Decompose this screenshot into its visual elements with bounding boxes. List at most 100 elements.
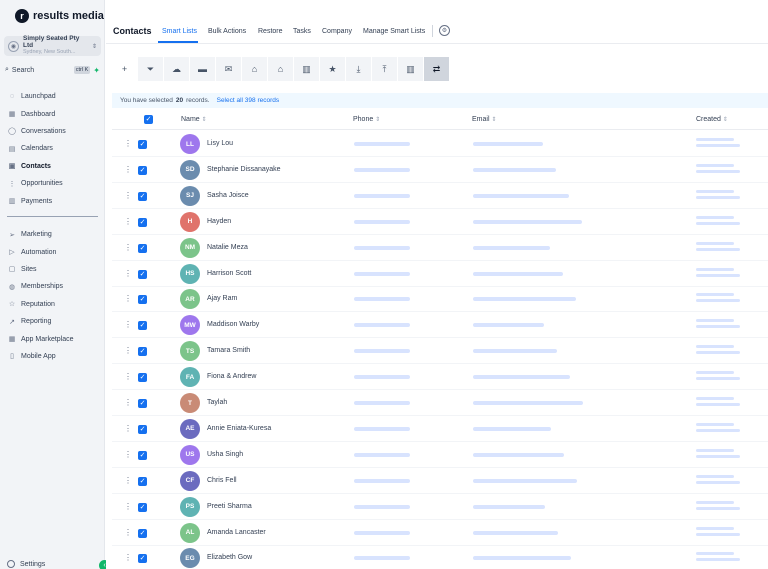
row-checkbox[interactable]: ✓ (138, 373, 147, 383)
column-phone[interactable]: Phone ⇕ (353, 116, 380, 123)
sidebar-item-conversations[interactable]: ◯ Conversations (6, 123, 100, 140)
row-checkbox[interactable]: ✓ (138, 399, 147, 408)
tab-restore[interactable]: Restore (258, 28, 283, 35)
gear-icon[interactable]: ⚙ (439, 25, 450, 36)
table-row[interactable]: ⋮ ✓ SJ Sasha Joisce (112, 183, 768, 209)
delete-button[interactable]: ▥ (294, 57, 320, 81)
account-switcher[interactable]: ◉ Simply Seated Pty Ltd Sydney, New Sout… (4, 35, 101, 56)
sidebar-item-contacts[interactable]: ▣ Contacts (6, 158, 100, 175)
sidebar-item-launchpad[interactable]: ◌ Launchpad (6, 88, 100, 105)
table-row[interactable]: ⋮ ✓ CF Chris Fell (112, 468, 768, 494)
tab-tasks[interactable]: Tasks (293, 28, 311, 35)
tag-remove-button[interactable]: ⌂ (268, 57, 294, 81)
sidebar-item-dashboard[interactable]: ▦ Dashboard (6, 105, 100, 122)
tab-company[interactable]: Company (322, 28, 352, 35)
row-menu-icon[interactable]: ⋮ (124, 217, 132, 226)
contact-name[interactable]: Chris Fell (207, 477, 237, 484)
contact-name[interactable]: Maddison Warby (207, 321, 259, 328)
row-checkbox[interactable]: ✓ (138, 528, 147, 538)
contact-name[interactable]: Ajay Ram (207, 295, 237, 302)
sidebar-search[interactable]: ⌕ Search ctrl K ✦ (5, 64, 100, 76)
table-row[interactable]: ⋮ ✓ MW Maddison Warby (112, 312, 768, 339)
tag-add-button[interactable]: ⌂ (242, 57, 268, 81)
sidebar-item-calendars[interactable]: ▤ Calendars (6, 140, 100, 157)
row-menu-icon[interactable]: ⋮ (124, 424, 132, 433)
brand-logo[interactable]: r results media (15, 9, 104, 23)
row-menu-icon[interactable]: ⋮ (124, 165, 132, 174)
contact-name[interactable]: Tamara Smith (207, 347, 250, 354)
email-button[interactable]: ✉ (216, 57, 242, 81)
contact-name[interactable]: Fiona & Andrew (207, 373, 256, 380)
row-menu-icon[interactable]: ⋮ (124, 269, 132, 278)
export-button[interactable]: ⤒ (372, 57, 398, 81)
tab-bulk-actions[interactable]: Bulk Actions (208, 28, 246, 35)
more-button[interactable]: ⇄ (424, 57, 450, 81)
sidebar-item-payments[interactable]: ▥ Payments (6, 192, 100, 209)
import-button[interactable]: ⤓ (346, 57, 372, 81)
cloud-button[interactable]: ☁ (164, 57, 190, 81)
sidebar-item-memberships[interactable]: ◍ Memberships (6, 278, 100, 295)
table-row[interactable]: ⋮ ✓ H Hayden (112, 209, 768, 235)
sidebar-item-sites[interactable]: ▢ Sites (6, 261, 100, 278)
add-button[interactable]: + (112, 57, 138, 81)
contact-name[interactable]: Annie Eniata-Kuresa (207, 425, 271, 432)
sidebar-item-automation[interactable]: ▷ Automation (6, 243, 100, 260)
row-checkbox[interactable]: ✓ (138, 217, 147, 227)
table-row[interactable]: ⋮ ✓ EG Elizabeth Gow (112, 545, 768, 569)
row-checkbox[interactable]: ✓ (138, 140, 147, 149)
row-checkbox[interactable]: ✓ (138, 554, 147, 564)
row-checkbox[interactable]: ✓ (138, 502, 147, 512)
table-row[interactable]: ⋮ ✓ LL Lisy Lou (112, 131, 768, 157)
row-menu-icon[interactable]: ⋮ (124, 372, 132, 381)
select-all-link[interactable]: Select all 398 records (217, 97, 280, 104)
row-menu-icon[interactable]: ⋮ (124, 243, 132, 252)
row-menu-icon[interactable]: ⋮ (124, 398, 132, 407)
table-row[interactable]: ⋮ ✓ US Usha Singh (112, 442, 768, 468)
contact-name[interactable]: Sasha Joisce (207, 192, 249, 199)
contact-name[interactable]: Natalie Meza (207, 244, 248, 251)
sidebar-item-reputation[interactable]: ☆ Reputation (6, 296, 100, 313)
message-button[interactable]: ▬ (190, 57, 216, 81)
contact-name[interactable]: Harrison Scott (207, 270, 251, 277)
row-checkbox[interactable]: ✓ (138, 295, 147, 305)
filter-button[interactable]: ⏷ (138, 57, 164, 81)
row-menu-icon[interactable]: ⋮ (124, 191, 132, 200)
table-row[interactable]: ⋮ ✓ PS Preeti Sharma (112, 494, 768, 520)
table-row[interactable]: ⋮ ✓ AR Ajay Ram (112, 286, 768, 313)
star-button[interactable]: ★ (320, 57, 346, 81)
column-created[interactable]: Created ⇕ (696, 116, 728, 123)
contact-name[interactable]: Elizabeth Gow (207, 554, 252, 561)
sidebar-item-opportunities[interactable]: ⋮ Opportunities (6, 175, 100, 192)
contact-name[interactable]: Hayden (207, 218, 231, 225)
table-row[interactable]: ⋮ ✓ AE Annie Eniata-Kuresa (112, 416, 768, 442)
contact-name[interactable]: Amanda Lancaster (207, 529, 266, 536)
contact-name[interactable]: Taylah (207, 399, 227, 406)
row-checkbox[interactable]: ✓ (138, 450, 147, 460)
row-menu-icon[interactable]: ⋮ (124, 553, 132, 562)
merge-button[interactable]: ▥ (398, 57, 424, 81)
table-row[interactable]: ⋮ ✓ FA Fiona & Andrew (112, 364, 768, 391)
tab-manage-smart-lists[interactable]: Manage Smart Lists (363, 28, 425, 35)
row-menu-icon[interactable]: ⋮ (124, 139, 132, 148)
row-checkbox[interactable]: ✓ (138, 321, 147, 331)
sidebar-item-app-marketplace[interactable]: ▦ App Marketplace (6, 330, 100, 347)
row-menu-icon[interactable]: ⋮ (124, 320, 132, 329)
row-menu-icon[interactable]: ⋮ (124, 502, 132, 511)
row-menu-icon[interactable]: ⋮ (124, 528, 132, 537)
row-checkbox[interactable]: ✓ (138, 347, 147, 357)
row-menu-icon[interactable]: ⋮ (124, 294, 132, 303)
tab-smart-lists[interactable]: Smart Lists (162, 28, 197, 35)
lightning-icon[interactable]: ✦ (93, 66, 100, 75)
contact-name[interactable]: Stephanie Dissanayake (207, 166, 281, 173)
row-menu-icon[interactable]: ⋮ (124, 346, 132, 355)
sidebar-item-settings[interactable]: Settings (7, 560, 45, 568)
table-row[interactable]: ⋮ ✓ TS Tamara Smith (112, 338, 768, 365)
contact-name[interactable]: Preeti Sharma (207, 503, 252, 510)
sidebar-item-reporting[interactable]: ↗ Reporting (6, 313, 100, 330)
table-row[interactable]: ⋮ ✓ T Taylah (112, 390, 768, 416)
row-menu-icon[interactable]: ⋮ (124, 476, 132, 485)
table-row[interactable]: ⋮ ✓ SD Stephanie Dissanayake (112, 157, 768, 183)
column-email[interactable]: Email ⇕ (472, 116, 497, 123)
sidebar-item-mobile-app[interactable]: ▯ Mobile App (6, 348, 100, 365)
row-checkbox[interactable]: ✓ (138, 269, 147, 279)
